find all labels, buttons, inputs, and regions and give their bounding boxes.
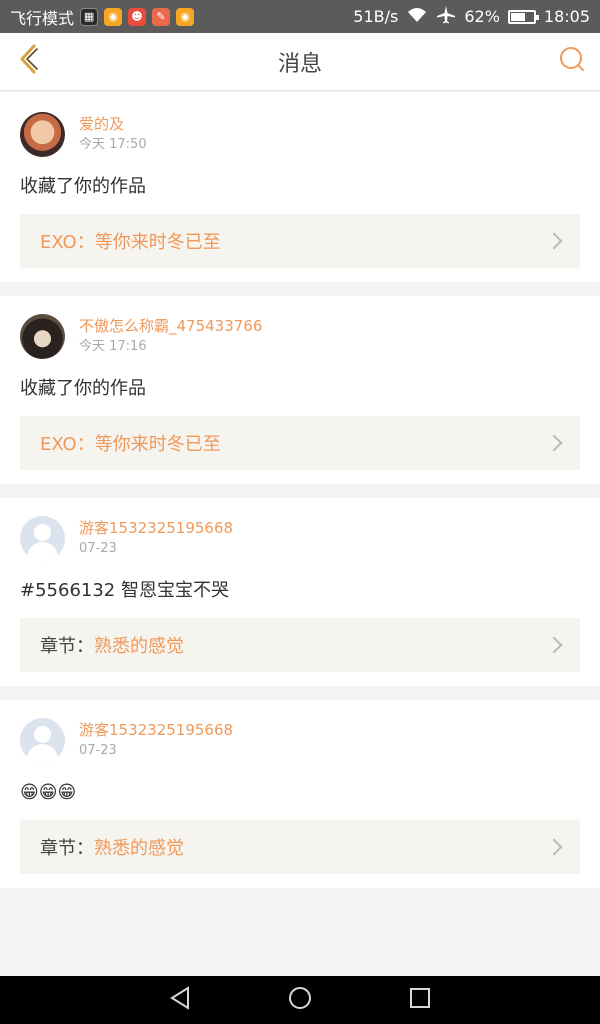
back-button[interactable] <box>10 43 46 79</box>
chevron-right-icon <box>545 434 563 452</box>
weibo-icon: ◉ <box>104 7 123 26</box>
work-link[interactable]: EXO： 等你来时冬已至 <box>20 214 580 268</box>
avatar[interactable] <box>20 314 65 359</box>
work-title: 等你来时冬已至 <box>94 434 221 455</box>
battery-percent: 62% <box>464 7 500 26</box>
chapter-title: 熟悉的感觉 <box>94 636 184 657</box>
message-time: 07-23 <box>79 743 117 758</box>
user-meta: 游客1532325195668 07-23 <box>79 718 233 760</box>
message-time: 07-23 <box>79 541 117 556</box>
user-row: 游客1532325195668 07-23 <box>20 516 580 564</box>
status-left: 飞行模式 ▦ ◉ ☻ ✎ ◉ <box>10 5 195 29</box>
weibo-icon: ◉ <box>176 7 195 26</box>
search-icon <box>558 45 586 77</box>
user-name[interactable]: 游客1532325195668 <box>79 518 233 538</box>
message-list: 爱的及 今天 17:50 收藏了你的作品 EXO： 等你来时冬已至 不傲怎么称霸… <box>0 92 600 902</box>
message-card: 游客1532325195668 07-23 😁😁😁 章节： 熟悉的感觉 <box>0 700 600 888</box>
chapter-link[interactable]: 章节： 熟悉的感觉 <box>20 618 580 672</box>
airplane-icon <box>436 5 456 29</box>
status-bar: 飞行模式 ▦ ◉ ☻ ✎ ◉ 51B/s 62% 18:05 <box>0 0 600 33</box>
message-text: 😁😁😁 <box>20 782 77 803</box>
user-name[interactable]: 游客1532325195668 <box>79 720 233 740</box>
square-recents-icon <box>409 987 431 1013</box>
user-meta: 爱的及 今天 17:50 <box>79 112 147 154</box>
message-card: 爱的及 今天 17:50 收藏了你的作品 EXO： 等你来时冬已至 <box>0 92 600 282</box>
triangle-back-icon <box>169 986 191 1014</box>
wifi-icon <box>406 6 428 28</box>
chapter-title: 熟悉的感觉 <box>94 838 184 859</box>
work-title: 等你来时冬已至 <box>94 232 221 253</box>
work-label: EXO： <box>40 434 95 455</box>
airplane-mode-text: 飞行模式 <box>10 8 75 28</box>
message-time: 今天 17:50 <box>79 137 147 152</box>
user-meta: 不傲怎么称霸_475433766 今天 17:16 <box>79 314 262 356</box>
default-avatar[interactable] <box>20 516 65 561</box>
chevron-right-icon <box>545 232 563 250</box>
chapter-label: 章节： <box>40 636 94 657</box>
chapter-label: 章节： <box>40 838 94 859</box>
message-card: 游客1532325195668 07-23 #5566132 智恩宝宝不哭 章节… <box>0 498 600 686</box>
default-avatar[interactable] <box>20 718 65 763</box>
wallpaper-app-icon: ▦ <box>80 7 99 26</box>
nav-home-button[interactable] <box>280 980 320 1020</box>
game-icon: ☻ <box>128 7 147 26</box>
chevron-right-icon <box>545 838 563 856</box>
message-text: 收藏了你的作品 <box>20 176 146 197</box>
circle-home-icon <box>287 985 313 1015</box>
nav-recents-button[interactable] <box>400 980 440 1020</box>
user-name[interactable]: 爱的及 <box>79 114 147 134</box>
clock: 18:05 <box>543 7 590 26</box>
avatar[interactable] <box>20 112 65 157</box>
nav-back-button[interactable] <box>160 980 200 1020</box>
battery-level <box>510 12 525 21</box>
search-button[interactable] <box>554 43 590 79</box>
back-chevron-icon <box>16 43 40 79</box>
user-row: 游客1532325195668 07-23 <box>20 718 580 766</box>
message-card: 不傲怎么称霸_475433766 今天 17:16 收藏了你的作品 EXO： 等… <box>0 296 600 484</box>
app-header: 消息 <box>0 33 600 91</box>
work-link[interactable]: EXO： 等你来时冬已至 <box>20 416 580 470</box>
page-title: 消息 <box>277 51 322 77</box>
navigation-bar <box>0 976 600 1024</box>
user-meta: 游客1532325195668 07-23 <box>79 516 233 558</box>
user-row: 爱的及 今天 17:50 <box>20 112 580 160</box>
network-speed: 51B/s <box>353 7 399 26</box>
user-name[interactable]: 不傲怎么称霸_475433766 <box>79 316 262 336</box>
chapter-link[interactable]: 章节： 熟悉的感觉 <box>20 820 580 874</box>
work-label: EXO： <box>40 232 95 253</box>
message-text: #5566132 智恩宝宝不哭 <box>20 580 229 601</box>
message-time: 今天 17:16 <box>79 339 147 354</box>
status-right: 51B/s 62% 18:05 <box>353 5 590 29</box>
user-row: 不傲怎么称霸_475433766 今天 17:16 <box>20 314 580 362</box>
message-text: 收藏了你的作品 <box>20 378 146 399</box>
xiaohongshu-icon: ✎ <box>152 7 171 26</box>
battery-icon <box>507 9 539 24</box>
chevron-right-icon <box>545 636 563 654</box>
